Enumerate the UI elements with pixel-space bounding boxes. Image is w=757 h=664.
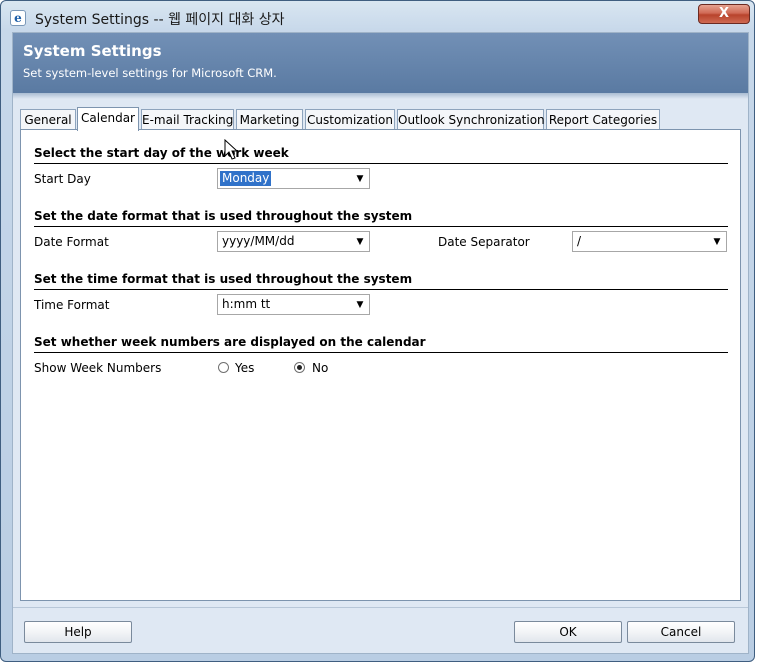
- week-numbers-yes-radio[interactable]: [218, 362, 229, 373]
- chevron-down-icon[interactable]: ▼: [353, 298, 367, 312]
- chevron-down-icon[interactable]: ▼: [353, 172, 367, 186]
- week-numbers-no-radio[interactable]: [294, 362, 305, 373]
- week-numbers-label: Show Week Numbers: [34, 361, 162, 375]
- section-divider: [34, 289, 728, 290]
- section-title-start-day: Select the start day of the work week: [34, 146, 289, 160]
- page-header: System Settings Set system-level setting…: [13, 33, 748, 93]
- ie-icon: e: [10, 10, 26, 26]
- section-divider: [34, 226, 728, 227]
- tab-general[interactable]: General: [20, 109, 76, 130]
- section-title-date-format: Set the date format that is used through…: [34, 209, 413, 223]
- time-format-value: h:mm tt: [222, 297, 271, 311]
- date-format-select[interactable]: yyyy/MM/dd ▼: [217, 231, 370, 252]
- date-separator-label: Date Separator: [438, 235, 530, 249]
- section-title-week-numbers: Set whether week numbers are displayed o…: [34, 335, 426, 349]
- section-title-time-format: Set the time format that is used through…: [34, 272, 413, 286]
- tab-report-categories[interactable]: Report Categories: [546, 109, 660, 130]
- tab-customization[interactable]: Customization: [305, 109, 395, 130]
- footer-divider: [13, 607, 748, 608]
- tab-calendar[interactable]: Calendar: [77, 107, 139, 131]
- week-numbers-yes-label[interactable]: Yes: [235, 361, 254, 375]
- title-bar[interactable]: e System Settings -- 웹 페이지 대화 상자 X: [1, 1, 754, 33]
- chevron-down-icon[interactable]: ▼: [710, 235, 724, 249]
- tab-marketing[interactable]: Marketing: [236, 109, 303, 130]
- start-day-label: Start Day: [34, 172, 91, 186]
- dialog-window: e System Settings -- 웹 페이지 대화 상자 X Syste…: [0, 0, 755, 662]
- date-format-value: yyyy/MM/dd: [222, 234, 295, 248]
- calendar-panel: Select the start day of the work week St…: [20, 129, 741, 601]
- start-day-value: Monday: [220, 171, 272, 186]
- chevron-down-icon[interactable]: ▼: [353, 235, 367, 249]
- tab-email-tracking[interactable]: E-mail Tracking: [141, 109, 234, 130]
- window-title: System Settings -- 웹 페이지 대화 상자: [35, 12, 285, 28]
- week-numbers-no-label[interactable]: No: [312, 361, 328, 375]
- ok-button[interactable]: OK: [514, 621, 622, 643]
- section-divider: [34, 163, 728, 164]
- tab-outlook-synchronization[interactable]: Outlook Synchronization: [397, 109, 545, 130]
- page-title: System Settings: [23, 42, 162, 60]
- time-format-select[interactable]: h:mm tt ▼: [217, 294, 370, 315]
- cancel-button[interactable]: Cancel: [627, 621, 735, 643]
- date-format-label: Date Format: [34, 235, 109, 249]
- date-separator-value: /: [577, 234, 582, 248]
- close-button[interactable]: X: [698, 4, 750, 24]
- dialog-client: System Settings Set system-level setting…: [12, 32, 749, 654]
- mouse-pointer-icon: [224, 139, 239, 160]
- page-subtitle: Set system-level settings for Microsoft …: [23, 66, 277, 80]
- header-divider: [13, 93, 748, 99]
- start-day-select[interactable]: Monday ▼: [217, 168, 370, 189]
- date-separator-select[interactable]: / ▼: [572, 231, 727, 252]
- help-button[interactable]: Help: [24, 621, 132, 643]
- section-divider: [34, 352, 728, 353]
- time-format-label: Time Format: [34, 298, 110, 312]
